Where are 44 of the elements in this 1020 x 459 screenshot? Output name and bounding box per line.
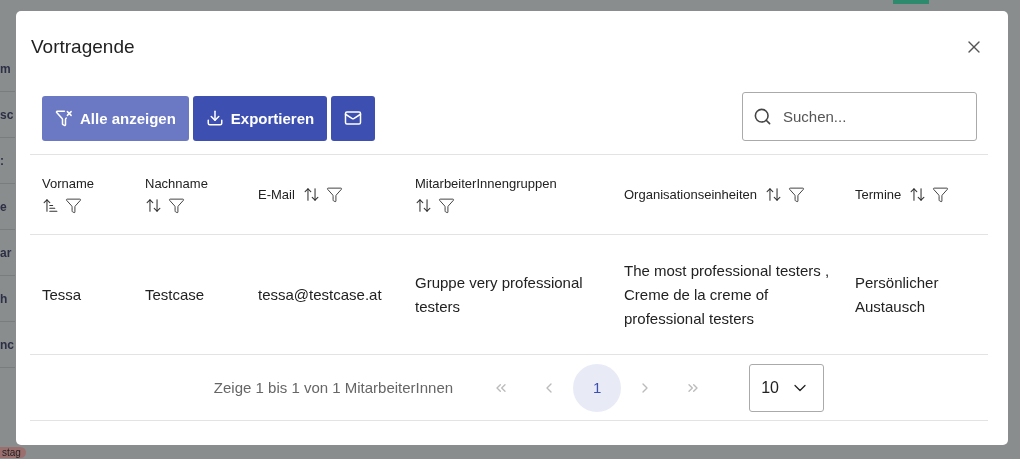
background-text: sc — [0, 92, 15, 138]
table-cell: tessa@testcase.at — [246, 234, 403, 355]
filter-icon[interactable] — [788, 186, 805, 203]
dialog-title: Vortragende — [31, 36, 135, 58]
sort-icon[interactable] — [415, 196, 432, 214]
background-text: : — [0, 138, 15, 184]
table-cell: The most professional testers , Creme de la creme of professional testers — [612, 234, 843, 355]
filter-icon[interactable] — [168, 196, 185, 214]
table-cell: Testcase — [133, 234, 246, 355]
download-icon — [205, 109, 224, 127]
page-button[interactable]: 1 — [573, 363, 622, 412]
search-field[interactable]: Suchen... — [742, 92, 977, 141]
table-cell: Tessa — [30, 234, 133, 355]
sort-icon[interactable] — [909, 186, 927, 203]
sort-icon[interactable] — [765, 186, 782, 203]
mail-button[interactable] — [331, 95, 376, 141]
background-text: e — [0, 184, 15, 230]
filter-icon[interactable] — [438, 196, 455, 214]
sort-icon[interactable] — [302, 186, 320, 203]
background-text: nc — [0, 322, 15, 368]
table-cell: Gruppe very professional testers — [403, 234, 612, 355]
background-text: ar — [0, 230, 15, 276]
search-icon — [753, 107, 772, 126]
filter-icon[interactable] — [65, 196, 82, 214]
column-label: Vorname — [42, 175, 95, 191]
sort-icon[interactable] — [145, 196, 162, 214]
column-label: Nachname — [145, 175, 208, 191]
column-label: MitarbeiterInnengruppen — [415, 175, 557, 191]
background-text: h — [0, 276, 15, 322]
page-size-select[interactable]: 10 — [749, 363, 825, 412]
export-button[interactable]: Exportieren — [192, 95, 328, 141]
background-text: m — [0, 46, 15, 92]
filter-off-icon — [55, 109, 73, 127]
column-label: Organisationseinheiten — [624, 187, 757, 202]
table-cell: Persönlicher Austausch — [843, 234, 988, 355]
status-bar-fragment — [893, 0, 929, 4]
pagination-summary: Zeige 1 bis 1 von 1 MitarbeiterInnen — [213, 379, 454, 396]
sort-ascending-icon[interactable] — [42, 196, 59, 214]
tag-label: stag — [0, 447, 26, 458]
column-label: E-Mail — [258, 187, 295, 202]
column-label: Termine — [855, 187, 902, 202]
filter-icon[interactable] — [325, 186, 343, 203]
mail-icon — [344, 109, 363, 127]
filter-icon[interactable] — [932, 186, 950, 203]
